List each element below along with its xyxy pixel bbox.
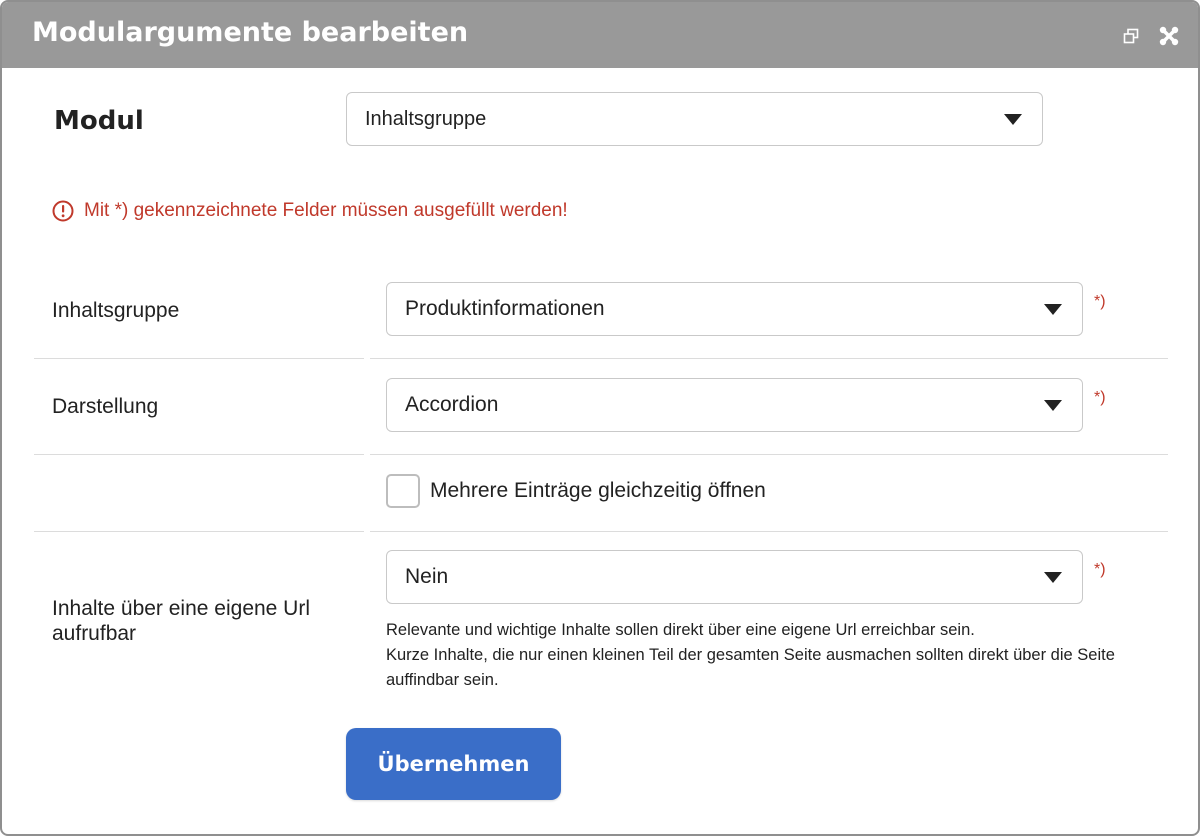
required-fields-notice: Mit *) gekennzeichnete Felder müssen aus… bbox=[52, 200, 568, 222]
dropdown-arrow-icon bbox=[1004, 114, 1022, 125]
row-divider bbox=[370, 531, 1168, 532]
row-divider bbox=[34, 454, 364, 455]
darstellung-label: Darstellung bbox=[52, 395, 159, 418]
close-icon[interactable] bbox=[1159, 26, 1179, 46]
dropdown-arrow-icon bbox=[1044, 304, 1062, 315]
required-notice-text: Mit *) gekennzeichnete Felder müssen aus… bbox=[84, 200, 568, 221]
dropdown-arrow-icon bbox=[1044, 400, 1062, 411]
warning-circle-icon bbox=[52, 200, 74, 222]
help-text-line: Relevante und wichtige Inhalte sollen di… bbox=[386, 621, 975, 639]
url-select-value: Nein bbox=[405, 565, 449, 588]
required-mark: *) bbox=[1094, 389, 1106, 406]
dropdown-arrow-icon bbox=[1044, 572, 1062, 583]
required-mark: *) bbox=[1094, 561, 1106, 578]
darstellung-select-value: Accordion bbox=[405, 393, 499, 416]
edit-module-arguments-dialog: Modulargumente bearbeiten Modul Inhaltsg… bbox=[0, 0, 1200, 836]
dialog-title: Modulargumente bearbeiten bbox=[32, 17, 469, 48]
inhaltsgruppe-select-value: Produktinformationen bbox=[405, 297, 605, 320]
row-divider bbox=[370, 358, 1168, 359]
mehrere-eintraege-checkbox[interactable] bbox=[386, 474, 420, 508]
row-divider bbox=[370, 454, 1168, 455]
url-label: Inhalte über eine eigene Url aufrufbar bbox=[52, 597, 311, 645]
mehrere-eintraege-option[interactable]: Mehrere Einträge gleichzeitig öffnen bbox=[386, 474, 766, 508]
submit-button[interactable]: Übernehmen bbox=[346, 728, 561, 800]
mehrere-eintraege-label: Mehrere Einträge gleichzeitig öffnen bbox=[430, 479, 766, 502]
inhaltsgruppe-select[interactable]: Produktinformationen bbox=[386, 282, 1083, 336]
dialog-titlebar[interactable]: Modulargumente bearbeiten bbox=[2, 2, 1198, 68]
row-divider bbox=[34, 358, 364, 359]
row-divider bbox=[34, 531, 364, 532]
modul-select-value: Inhaltsgruppe bbox=[365, 107, 487, 130]
url-help-text: Relevante und wichtige Inhalte sollen di… bbox=[386, 618, 1166, 693]
modul-select[interactable]: Inhaltsgruppe bbox=[346, 92, 1043, 146]
required-mark: *) bbox=[1094, 293, 1106, 310]
restore-window-icon[interactable] bbox=[1123, 28, 1139, 44]
url-select[interactable]: Nein bbox=[386, 550, 1083, 604]
inhaltsgruppe-label: Inhaltsgruppe bbox=[52, 299, 180, 322]
darstellung-select[interactable]: Accordion bbox=[386, 378, 1083, 432]
help-text-line: Kurze Inhalte, die nur einen kleinen Tei… bbox=[386, 646, 1115, 689]
modul-label: Modul bbox=[54, 106, 144, 136]
